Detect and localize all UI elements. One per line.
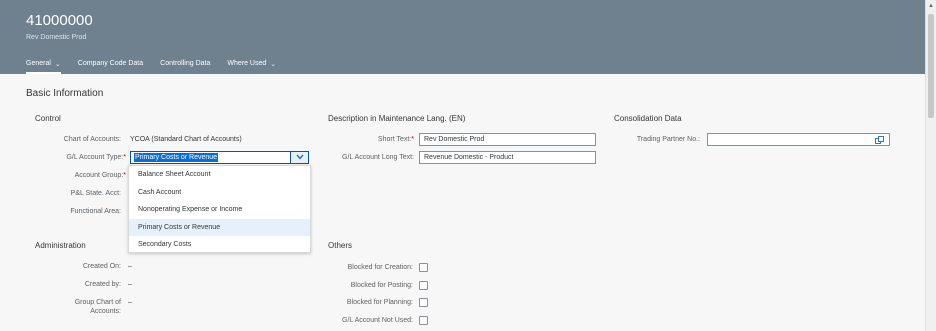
- dropdown-option[interactable]: Secondary Costs: [129, 236, 310, 254]
- tab-bar: General ⌄ Company Code Data Controlling …: [26, 60, 293, 74]
- gl-account-type-label: G/L Account Type:*: [66, 154, 126, 161]
- blocked-posting-label: Blocked for Posting:: [350, 282, 413, 289]
- group-chart-label-line1: Group Chart of: [74, 299, 121, 306]
- trading-partner-label: Trading Partner No.:: [636, 136, 700, 143]
- long-text-label: G/L Account Long Text:: [342, 154, 414, 161]
- created-by-value: –: [128, 281, 132, 288]
- tab-general-label: General: [26, 60, 51, 67]
- gl-account-type-select[interactable]: Primary Costs or Revenue: [130, 151, 309, 164]
- others-group-title: Others: [328, 241, 353, 250]
- administration-group-title: Administration: [35, 241, 86, 250]
- chevron-down-icon: [296, 154, 304, 160]
- not-used-checkbox[interactable]: [419, 316, 428, 325]
- description-group-title: Description in Maintenance Lang. (EN): [328, 114, 466, 123]
- functional-area-label: Functional Area:: [70, 208, 121, 215]
- section-title: Basic Information: [26, 88, 104, 99]
- tab-where-used[interactable]: Where Used ⌄: [227, 60, 276, 74]
- short-text-input[interactable]: Rev Domestic Prod: [419, 133, 596, 146]
- tab-controlling-data-label: Controlling Data: [160, 60, 211, 67]
- object-header: 41000000 Rev Domestic Prod General ⌄ Com…: [0, 0, 925, 74]
- value-help-icon[interactable]: [875, 136, 884, 144]
- control-group-title: Control: [35, 114, 61, 123]
- blocked-creation-label: Blocked for Creation:: [347, 264, 413, 271]
- tab-company-code-data[interactable]: Company Code Data: [78, 60, 143, 74]
- tab-company-code-data-label: Company Code Data: [77, 60, 144, 67]
- created-by-label: Created by:: [84, 281, 121, 288]
- required-asterisk: *: [123, 172, 126, 179]
- dropdown-option[interactable]: Nonoperating Expense or Income: [129, 201, 310, 219]
- pl-statement-label: P&L State. Acct:: [70, 190, 121, 197]
- group-chart-value: –: [128, 299, 132, 306]
- trading-partner-input[interactable]: [707, 133, 890, 146]
- dropdown-option[interactable]: Balance Sheet Account: [129, 166, 310, 184]
- dropdown-option[interactable]: Cash Account: [129, 184, 310, 202]
- dropdown-option-selected[interactable]: Primary Costs or Revenue: [129, 218, 310, 236]
- blocked-posting-checkbox[interactable]: [419, 281, 428, 290]
- chart-of-accounts-label: Chart of Accounts:: [63, 136, 121, 143]
- account-group-label: Account Group:*: [75, 172, 126, 179]
- short-text-label-text: Short Text:: [377, 136, 412, 143]
- required-asterisk: *: [123, 154, 126, 161]
- created-on-value: –: [128, 263, 132, 270]
- gl-account-type-dropdown-list: Balance Sheet Account Cash Account Nonop…: [128, 165, 311, 253]
- gl-account-type-selected-value: Primary Costs or Revenue: [134, 153, 219, 162]
- chevron-down-icon: ⌄: [270, 61, 277, 68]
- blocked-planning-checkbox[interactable]: [419, 298, 428, 307]
- consolidation-group-title: Consolidation Data: [614, 114, 682, 123]
- group-chart-label-line2: Accounts:: [90, 308, 121, 315]
- required-asterisk: *: [411, 136, 414, 143]
- page-subtitle: Rev Domestic Prod: [26, 34, 87, 41]
- blocked-creation-checkbox[interactable]: [419, 263, 428, 272]
- tab-general[interactable]: General ⌄: [26, 60, 61, 74]
- page-title: 41000000: [26, 12, 93, 29]
- chevron-down-icon: ⌄: [54, 61, 61, 68]
- dropdown-toggle-button[interactable]: [290, 152, 308, 163]
- blocked-planning-label: Blocked for Planning:: [346, 299, 413, 306]
- tab-controlling-data[interactable]: Controlling Data: [160, 60, 210, 74]
- scroll-thumb[interactable]: [928, 14, 934, 118]
- short-text-label: Short Text:*: [378, 136, 414, 143]
- account-group-label-text: Account Group:: [74, 172, 124, 179]
- long-text-input[interactable]: Revenue Domestic - Product: [419, 151, 596, 164]
- scroll-up-icon[interactable]: ▲: [928, 3, 934, 9]
- vertical-scrollbar[interactable]: ▲: [925, 0, 936, 331]
- chart-of-accounts-value: YCOA (Standard Chart of Accounts): [130, 136, 242, 143]
- tab-where-used-label: Where Used: [227, 60, 267, 67]
- gl-account-type-label-text: G/L Account Type:: [66, 154, 124, 161]
- created-on-label: Created On:: [82, 263, 121, 270]
- not-used-label: G/L Account Not Used:: [342, 317, 413, 324]
